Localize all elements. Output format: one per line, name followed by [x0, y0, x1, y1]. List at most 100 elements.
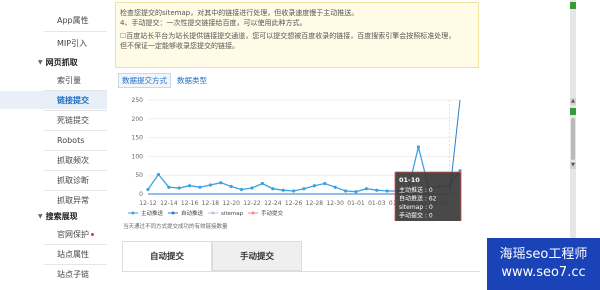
sidebar: App属性 MIP引入 ▼ 网页抓取 索引量 链接提交 死链提交 Robots …: [0, 0, 107, 290]
data-point: [354, 190, 358, 194]
legend-label: 手动提交: [261, 209, 284, 217]
y-tick-label: 50: [135, 172, 143, 179]
x-tick-label: 12-16: [181, 200, 199, 207]
bottom-tabs: 自动提交 手动提交: [122, 241, 480, 272]
data-point: [250, 186, 254, 190]
data-point: [281, 188, 285, 192]
sidebar-item-crawl-freq[interactable]: 抓取频次: [0, 151, 107, 169]
x-tick-label: 12-30: [326, 200, 344, 207]
tooltip-line: 手动提交 : 0: [399, 212, 433, 220]
sidebar-item-crawl-error[interactable]: 抓取异常: [0, 191, 107, 209]
legend-marker: [251, 211, 255, 215]
watermark-line: 海瑶seo工程师: [499, 247, 588, 262]
sidebar-item-label: 链接提交: [57, 95, 89, 105]
legend-label: sitemap: [221, 211, 244, 217]
data-point: [271, 187, 275, 191]
data-point: [198, 185, 202, 189]
new-dot-icon: [91, 232, 94, 236]
x-tick-label: 12-12: [139, 200, 157, 207]
data-point: [240, 187, 244, 192]
data-point: [146, 187, 150, 192]
x-tick-label: 12-22: [243, 200, 261, 207]
tab-auto-submit[interactable]: 自动提交: [122, 241, 212, 271]
sidebar-item-label: 死链提交: [57, 115, 89, 125]
data-point: [333, 185, 337, 189]
notice-box: 检查您提交的sitemap，对其中的链接进行处理，但收录速度慢于主动推送。 4、…: [115, 2, 479, 68]
data-point: [156, 172, 160, 177]
y-tick-label: 250: [132, 97, 144, 104]
y-tick-label: 150: [132, 135, 144, 142]
notice-line: ☐百度站长平台为站长提供链接提交通道，您可以提交想被百度收录的链接，百度搜索引擎…: [120, 31, 474, 41]
data-point: [302, 187, 306, 191]
sidebar-item-label: 站点属性: [57, 249, 89, 259]
sidebar-item-label: 抓取异常: [57, 195, 89, 205]
sidebar-item-official-protect[interactable]: 官网保护: [0, 225, 107, 243]
sidebar-item-index[interactable]: 索引量: [0, 71, 107, 89]
sidebar-item-label: MIP引入: [57, 38, 88, 48]
tooltip-line: 主动推送 : 0: [399, 186, 433, 194]
data-point: [188, 184, 192, 188]
sidebar-item-site-property[interactable]: 站点属性: [0, 245, 107, 263]
sidebar-item-label: App属性: [57, 15, 89, 25]
data-point: [292, 189, 296, 193]
caret-down-icon: ▼: [38, 213, 43, 220]
x-tick-label: 12-18: [202, 200, 220, 207]
scroll-indicator: [570, 108, 576, 115]
data-point: [385, 189, 389, 193]
legend-label: 自动推送: [181, 209, 204, 217]
tooltip-date: 01-10: [399, 176, 420, 184]
sidebar-item-label: Robots: [57, 135, 85, 145]
tab-manual-submit[interactable]: 手动提交: [212, 241, 302, 271]
notice-line: 但不保证一定能够收录您提交的链接。: [120, 42, 239, 50]
scroll-up-icon[interactable]: ▲: [570, 98, 576, 105]
x-tick-label: 12-28: [306, 200, 324, 207]
caret-down-icon: ▼: [38, 59, 43, 66]
legend-label: 主动推送: [141, 209, 164, 217]
sidebar-item-label: 索引量: [57, 75, 81, 85]
link-submit-chart: 0 50 100 150 200 250 12-12 12-14 12-16 12-18 12-20…: [128, 97, 462, 221]
tooltip-line: 自动推送 : 62: [399, 195, 437, 203]
watermark-logo: 海瑶seo工程师 www.seo7.cc: [487, 238, 600, 290]
data-point: [208, 183, 212, 187]
x-tick-label: 12-14: [160, 200, 178, 207]
scrollbar-thumb[interactable]: [571, 118, 575, 160]
y-tick-label: 200: [132, 116, 144, 123]
data-point: [312, 184, 316, 188]
x-tick-label: 01-03: [368, 200, 386, 207]
legend-marker: [211, 211, 215, 215]
chart-note: 当天通过不同方式提交成功的有效链接数量: [123, 224, 228, 230]
data-point: [344, 189, 348, 193]
data-point: [260, 181, 264, 186]
sidebar-item-app-property[interactable]: App属性: [0, 11, 107, 29]
scroll-down-icon[interactable]: ▼: [570, 162, 576, 169]
sidebar-item-mip[interactable]: MIP引入: [0, 34, 107, 52]
divider: [44, 31, 107, 32]
sidebar-item-label: 官网保护: [57, 229, 89, 239]
sidebar-item-label: 站点子链: [57, 269, 89, 279]
tooltip-line: sitemap : 0: [399, 204, 433, 211]
data-point: [323, 181, 327, 186]
data-point: [167, 185, 171, 189]
sidebar-group-search[interactable]: ▼ 搜索展现: [38, 211, 78, 222]
sidebar-item-crawl-diagnose[interactable]: 抓取诊断: [0, 171, 107, 189]
sidebar-item-label: 抓取诊断: [57, 175, 89, 185]
x-tick-label: 01-01: [347, 200, 365, 207]
sidebar-group-crawl[interactable]: ▼ 网页抓取: [38, 57, 78, 68]
notice-text: 百度站长平台为站长提供链接提交通道，您可以提交想被百度收录的链接，百度搜索引擎会…: [126, 32, 456, 40]
y-tick-label: 100: [132, 153, 144, 160]
sidebar-group-label: 搜索展现: [45, 212, 78, 221]
scroll-indicator: [570, 2, 576, 9]
sidebar-item-deadlink[interactable]: 死链提交: [0, 111, 107, 129]
sidebar-item-robots[interactable]: Robots: [0, 131, 107, 149]
sidebar-item-sitelinks[interactable]: 站点子链: [0, 265, 107, 283]
sidebar-item-link-submit[interactable]: 链接提交: [0, 91, 107, 109]
legend-marker: [131, 211, 135, 215]
notice-line: 检查您提交的sitemap，对其中的链接进行处理，但收录速度慢于主动推送。: [120, 9, 359, 17]
x-tick-label: 12-20: [222, 200, 240, 207]
sidebar-group-label: 网页抓取: [45, 58, 78, 67]
data-point: [219, 181, 223, 185]
x-tick-label: 12-26: [285, 200, 303, 207]
legend-marker: [171, 211, 175, 215]
data-point: [229, 184, 233, 189]
y-tick-label: 0: [139, 191, 143, 198]
